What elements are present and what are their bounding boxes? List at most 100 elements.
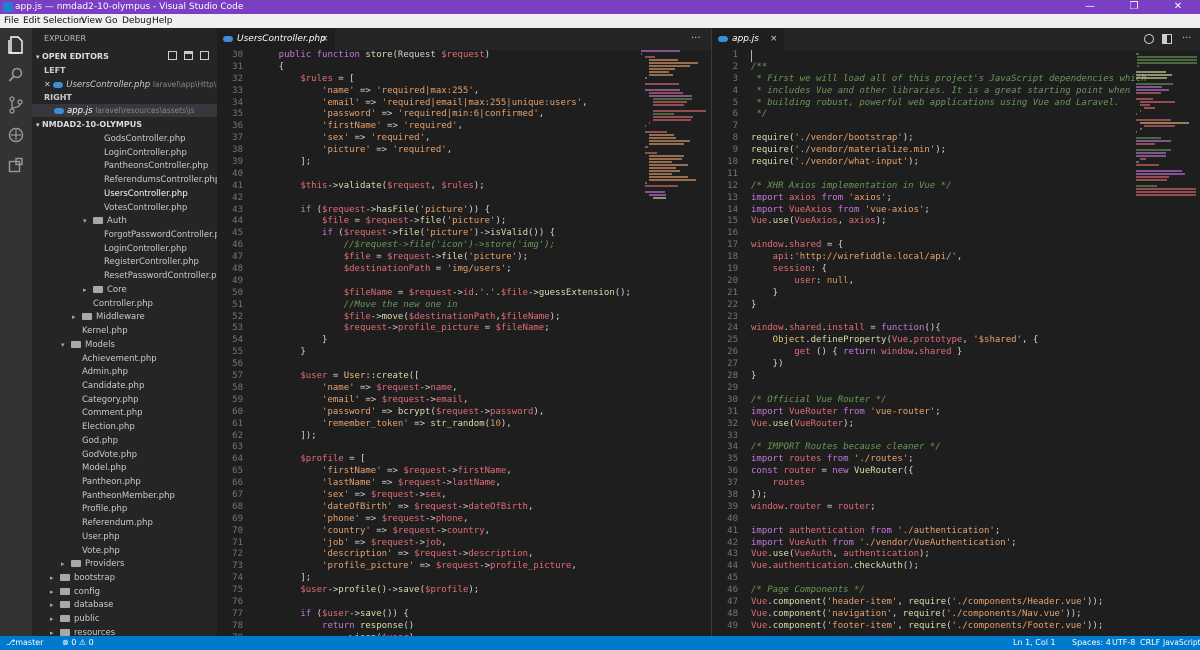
code-line[interactable]: $rules = [ — [257, 74, 631, 86]
code-line[interactable]: import VueRouter from 'vue-router'; — [751, 407, 1147, 419]
tree-file[interactable]: Controller.php — [83, 298, 153, 311]
code-line[interactable] — [751, 514, 1147, 526]
code-line[interactable]: $destinationPath = 'img/users'; — [257, 264, 631, 276]
tree-file[interactable]: LoginController.php — [94, 147, 187, 160]
code-line[interactable]: import authentication from './authentica… — [751, 526, 1147, 538]
tree-file[interactable]: PantheonsController.php — [94, 160, 208, 173]
code-line[interactable]: Vue.use(VueAxios, axios); — [751, 216, 1147, 228]
code-line[interactable]: get () { return window.shared } — [751, 347, 1147, 359]
tree-file[interactable]: Model.php — [72, 462, 126, 475]
code-line[interactable]: 'remember_token' => str_random(10), — [257, 419, 631, 431]
problems-indicator[interactable]: ⊗ 0 ⚠ 0 — [62, 636, 94, 650]
language-mode[interactable]: JavaScript — [1163, 636, 1200, 650]
code-line[interactable]: /** — [751, 62, 1147, 74]
code-area[interactable]: public function store(Request $request) … — [257, 50, 631, 636]
code-line[interactable]: window.shared.install = function(){ — [751, 323, 1147, 335]
code-line[interactable]: Vue.component('header-item', require('./… — [751, 597, 1147, 609]
tree-file[interactable]: Category.php — [72, 394, 139, 407]
minimap[interactable] — [637, 50, 707, 636]
tree-file[interactable]: ReferendumsController.php — [94, 174, 217, 187]
code-line[interactable]: { — [257, 62, 631, 74]
code-line[interactable] — [257, 193, 631, 205]
menu-view[interactable]: View — [81, 14, 102, 28]
code-line[interactable]: 'lastName' => $request->lastName, — [257, 478, 631, 490]
code-line[interactable]: ]); — [257, 431, 631, 443]
close-window-button[interactable]: ✕ — [1156, 0, 1200, 14]
split-editor-icon[interactable] — [1162, 34, 1172, 44]
code-line[interactable]: $this->validate($request, $rules); — [257, 181, 631, 193]
tab-users-controller[interactable]: UsersController.php × — [217, 28, 335, 50]
code-line[interactable]: session: { — [751, 264, 1147, 276]
code-line[interactable]: if ($request->hasFile('picture')) { — [257, 205, 631, 217]
code-line[interactable]: /* Page Components */ — [751, 585, 1147, 597]
indentation[interactable]: Spaces: 4 — [1072, 636, 1111, 650]
menu-selection[interactable]: Selection — [43, 14, 84, 28]
tree-file[interactable]: Candidate.php — [72, 380, 144, 393]
code-line[interactable]: if ($request->file('picture')->isValid()… — [257, 228, 631, 240]
code-line[interactable]: require('./vendor/materialize.min'); — [751, 145, 1147, 157]
tree-file[interactable]: Kernel.php — [72, 325, 128, 338]
tree-file[interactable]: Vote.php — [72, 545, 120, 558]
code-line[interactable]: 'picture' => 'required', — [257, 145, 631, 157]
open-editor-app-js[interactable]: app.js laravel\resources\assets\js — [32, 104, 217, 117]
tree-folder[interactable]: ▸ Core — [83, 284, 127, 297]
code-line[interactable]: routes — [751, 478, 1147, 490]
tree-folder[interactable]: ▸ bootstrap — [50, 572, 115, 585]
code-line[interactable] — [751, 383, 1147, 395]
code-line[interactable]: $file = $request->file('picture'); — [257, 216, 631, 228]
code-line[interactable]: //$request->file('icon')->store('img'); — [257, 240, 631, 252]
tree-folder[interactable]: ▸ Providers — [61, 558, 124, 571]
menu-debug[interactable]: Debug — [122, 14, 152, 28]
code-line[interactable]: */ — [751, 109, 1147, 121]
code-line[interactable]: Vue.use(VueAuth, authentication); — [751, 549, 1147, 561]
open-editor-users-controller[interactable]: ✕ UsersController.php laravel\app\Http\C… — [32, 78, 217, 91]
line-ending[interactable]: CRLF — [1140, 636, 1160, 650]
code-line[interactable] — [751, 573, 1147, 585]
code-line[interactable]: 'dateOfBirth' => $request->dateOfBirth, — [257, 502, 631, 514]
code-line[interactable]: * building robust, powerful web applicat… — [751, 98, 1147, 110]
more-actions-icon[interactable]: ··· — [691, 28, 701, 50]
js-editor[interactable]: 1 2 3 4 5 6 7 8 9 10 11 12 13 14 15 16 17 18 19 20 21 22 23 24 2… — [712, 50, 1200, 636]
tree-file[interactable]: Admin.php — [72, 366, 128, 379]
code-line[interactable]: window.router = router; — [751, 502, 1147, 514]
code-line[interactable] — [751, 312, 1147, 324]
save-all-icon[interactable] — [168, 51, 177, 60]
code-line[interactable]: require('./vendor/bootstrap'); — [751, 133, 1147, 145]
code-line[interactable]: /* Official Vue Router */ — [751, 395, 1147, 407]
code-line[interactable]: $request->profile_picture = $fileName; — [257, 323, 631, 335]
code-line[interactable] — [257, 597, 631, 609]
code-area[interactable]: /** * First we will load all of this pro… — [751, 50, 1147, 633]
code-line[interactable] — [751, 121, 1147, 133]
code-line[interactable] — [751, 169, 1147, 181]
code-line[interactable]: 'sex' => 'required', — [257, 133, 631, 145]
files-icon[interactable] — [0, 30, 32, 60]
code-line[interactable]: Vue.component('navigation', require('./c… — [751, 609, 1147, 621]
tree-folder[interactable]: ▸ database — [50, 599, 113, 612]
code-line[interactable]: import VueAxios from 'vue-axios'; — [751, 205, 1147, 217]
code-line[interactable]: /* XHR Axios implementation in Vue */ — [751, 181, 1147, 193]
code-line[interactable]: 'country' => $request->country, — [257, 526, 631, 538]
minimap[interactable] — [1136, 50, 1200, 636]
source-control-icon[interactable] — [0, 90, 32, 120]
code-line[interactable]: 'phone' => $request->phone, — [257, 514, 631, 526]
menu-file[interactable]: File — [4, 14, 19, 28]
code-line[interactable]: } — [751, 300, 1147, 312]
tree-file[interactable]: Pantheon.php — [72, 476, 141, 489]
tree-file[interactable]: Referendum.php — [72, 517, 153, 530]
tree-file[interactable]: Comment.php — [72, 407, 143, 420]
code-line[interactable]: * includes Vue and other libraries. It i… — [751, 86, 1147, 98]
tree-file[interactable]: Profile.php — [72, 503, 127, 516]
tab-close-button[interactable]: × — [770, 28, 778, 50]
code-line[interactable]: } — [257, 347, 631, 359]
menu-edit[interactable]: Edit — [23, 14, 40, 28]
code-line[interactable]: import VueAuth from './vendor/VueAuthent… — [751, 538, 1147, 550]
minimize-button[interactable]: — — [1068, 0, 1112, 14]
code-line[interactable]: window.shared = { — [751, 240, 1147, 252]
code-line[interactable]: const router = new VueRouter({ — [751, 466, 1147, 478]
code-line[interactable]: 'job' => $request->job, — [257, 538, 631, 550]
code-line[interactable]: $file = $request->file('picture'); — [257, 252, 631, 264]
code-line[interactable]: Vue.authentication.checkAuth(); — [751, 561, 1147, 573]
code-line[interactable]: //Move the new one in — [257, 300, 631, 312]
tree-file[interactable]: GodVote.php — [72, 449, 137, 462]
tree-file[interactable]: ForgotPasswordController.php — [94, 229, 217, 242]
